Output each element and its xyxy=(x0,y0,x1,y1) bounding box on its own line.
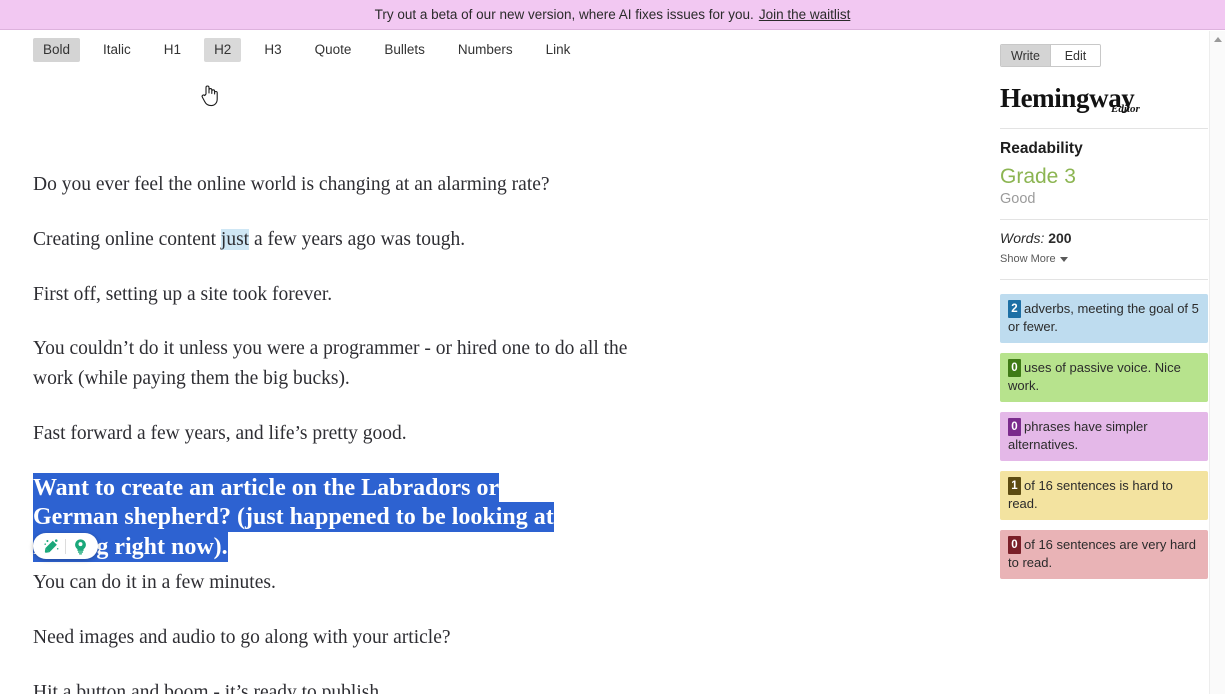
join-waitlist-link[interactable]: Join the waitlist xyxy=(759,7,851,22)
hard-sentence-underline-and: and xyxy=(131,682,160,694)
format-button-bullets[interactable]: Bullets xyxy=(374,38,435,62)
paragraph-3: First off, setting up a site took foreve… xyxy=(33,283,333,305)
analysis-sidebar: Write Edit Hemingway Editor Readability … xyxy=(1000,31,1208,694)
format-button-quote[interactable]: Quote xyxy=(305,38,362,62)
paragraph-6: You can do it in a few minutes. xyxy=(33,572,276,594)
stat-card-hard-sentences[interactable]: 1 of 16 sentences is hard to read. xyxy=(1000,471,1208,520)
paragraph-2-after: a few years ago was tough. xyxy=(249,228,466,250)
selected-heading-line-1: Want to create an article on the Labrado… xyxy=(33,472,500,503)
stat-cards: 2 adverbs, meeting the goal of 5 or fewer… xyxy=(1000,294,1208,579)
chevron-down-icon xyxy=(1059,256,1068,262)
brand-subtitle: Editor xyxy=(1111,103,1140,115)
readability-grade-label: Good xyxy=(1000,191,1036,207)
format-button-link[interactable]: Link xyxy=(536,38,581,62)
show-more-toggle[interactable]: Show More xyxy=(1000,253,1068,265)
stat-count-adverbs: 2 xyxy=(1008,300,1021,318)
format-button-italic[interactable]: Italic xyxy=(93,38,141,62)
format-button-numbers[interactable]: Numbers xyxy=(448,38,523,62)
format-button-h1[interactable]: H1 xyxy=(154,38,191,62)
document-body[interactable]: Do you ever feel the online world is cha… xyxy=(33,75,633,694)
format-button-h3[interactable]: H3 xyxy=(254,38,291,62)
mode-toggle: Write Edit xyxy=(1000,44,1101,67)
format-toolbar: Bold Italic H1 H2 H3 Quote Bullets Numbe… xyxy=(0,31,975,68)
stat-card-very-hard-sentences[interactable]: 0 of 16 sentences are very hard to read. xyxy=(1000,530,1208,579)
editor-pane: Bold Italic H1 H2 H3 Quote Bullets Numbe… xyxy=(0,31,975,694)
brand-name: Hemingway xyxy=(1000,83,1135,113)
mode-button-edit[interactable]: Edit xyxy=(1050,45,1100,66)
paragraph-5: Fast forward a few years, and life’s pre… xyxy=(33,423,407,445)
format-button-bold[interactable]: Bold xyxy=(33,37,81,62)
paragraph-8-before: Hit a button xyxy=(33,682,132,694)
adverb-highlight-just: just xyxy=(220,228,250,250)
readability-grade: Grade 3 xyxy=(1000,165,1076,188)
paragraph-4: You couldn’t do it unless you were a pro… xyxy=(33,338,628,390)
paragraph-8-after: boom - it’s ready to publish. xyxy=(159,682,384,694)
paragraph-1: Do you ever feel the online world is cha… xyxy=(33,174,550,195)
stat-count-simpler-alternatives: 0 xyxy=(1008,418,1021,436)
promo-banner-text: Try out a beta of our new version, where… xyxy=(374,7,754,22)
selected-heading[interactable]: Want to create an article on the Labrado… xyxy=(33,472,593,563)
stat-text-passive-voice: uses of passive voice. Nice work. xyxy=(1008,360,1181,393)
readability-title: Readability xyxy=(1000,140,1083,157)
popup-divider xyxy=(65,538,66,554)
selected-heading-line-2: German shepherd? (just happened to be lo… xyxy=(33,502,554,533)
page-scrollbar[interactable] xyxy=(1209,31,1225,694)
format-button-h2[interactable]: H2 xyxy=(204,37,242,62)
stat-text-very-hard-sentences: of 16 sentences are very hard to read. xyxy=(1008,537,1196,570)
stat-count-very-hard-sentences: 0 xyxy=(1008,536,1021,554)
stat-text-hard-sentences: of 16 sentences is hard to read. xyxy=(1008,478,1173,511)
stat-text-adverbs: adverbs, meeting the goal of 5 or fewer. xyxy=(1008,301,1199,334)
scroll-up-arrow-icon[interactable] xyxy=(1214,37,1222,42)
words-block: Words: 200 Show More xyxy=(1000,220,1208,280)
paragraph-2: Creating online content just a few years… xyxy=(33,225,633,255)
ai-assist-popup[interactable] xyxy=(33,533,98,559)
mode-button-write[interactable]: Write xyxy=(1001,45,1050,66)
stat-count-hard-sentences: 1 xyxy=(1008,477,1021,495)
brand-logo: Hemingway Editor xyxy=(1000,83,1208,129)
paragraph-2-before: Creating online content xyxy=(33,228,221,250)
word-count-value: 200 xyxy=(1048,230,1072,246)
stat-card-passive-voice[interactable]: 0 uses of passive voice. Nice work. xyxy=(1000,353,1208,402)
readability-block: Readability Grade 3 Good xyxy=(1000,129,1208,220)
paragraph-8: Hit a button and boom - it’s ready to pu… xyxy=(33,678,633,694)
magic-wand-icon[interactable] xyxy=(40,535,62,557)
promo-banner: Try out a beta of our new version, where… xyxy=(0,0,1225,30)
word-count-label: Words: xyxy=(1000,230,1045,246)
stat-count-passive-voice: 0 xyxy=(1008,359,1021,377)
stat-text-simpler-alternatives: phrases have simpler alternatives. xyxy=(1008,419,1148,452)
show-more-label: Show More xyxy=(1000,253,1056,265)
hemingway-editor-app: Try out a beta of our new version, where… xyxy=(0,0,1225,694)
stat-card-simpler-alternatives[interactable]: 0 phrases have simpler alternatives. xyxy=(1000,412,1208,461)
lightbulb-icon[interactable] xyxy=(69,535,91,557)
word-count-line: Words: 200 xyxy=(1000,230,1208,246)
stat-card-adverbs[interactable]: 2 adverbs, meeting the goal of 5 or fewer… xyxy=(1000,294,1208,343)
paragraph-7: Need images and audio to go along with y… xyxy=(33,627,451,649)
